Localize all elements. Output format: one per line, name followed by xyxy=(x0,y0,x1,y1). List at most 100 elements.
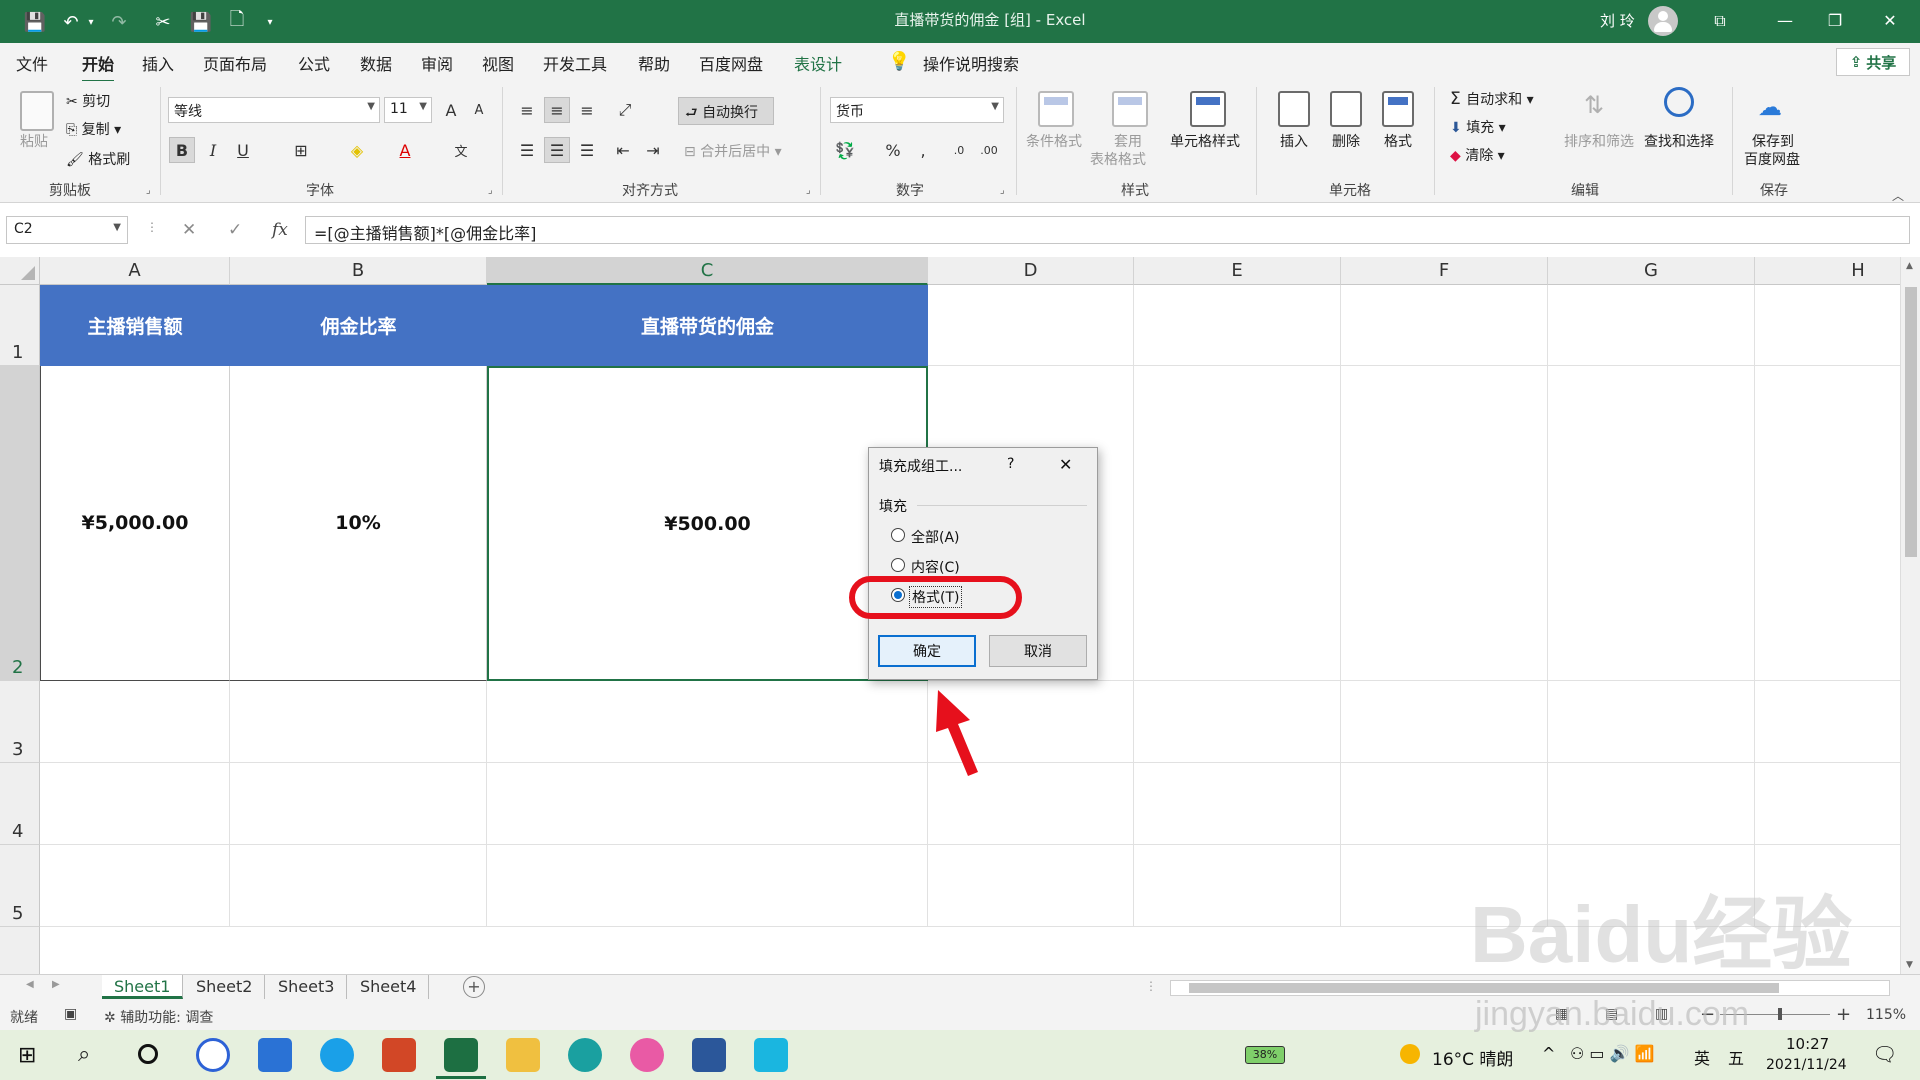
cell-C1[interactable]: 直播带货的佣金 xyxy=(487,285,928,366)
cell-E1[interactable] xyxy=(1134,285,1341,366)
cell-B1[interactable]: 佣金比率 xyxy=(230,285,487,366)
weather-text[interactable]: 16°C 晴朗 xyxy=(1432,1045,1513,1070)
cell-F2[interactable] xyxy=(1341,366,1548,681)
column-header-d[interactable]: D xyxy=(928,257,1134,285)
cell-G2[interactable] xyxy=(1548,366,1755,681)
paste-icon[interactable] xyxy=(20,91,54,131)
cell-C3[interactable] xyxy=(487,681,928,763)
tab-review[interactable]: 审阅 xyxy=(421,51,453,75)
baidu-netdisk-icon[interactable]: ☁ xyxy=(1758,93,1782,121)
tab-page-layout[interactable]: 页面布局 xyxy=(203,51,267,75)
shrink-font-button[interactable]: A xyxy=(466,97,492,123)
redo-icon[interactable]: ↷ xyxy=(106,9,132,35)
column-header-e[interactable]: E xyxy=(1134,257,1341,285)
save-icon[interactable]: 💾 xyxy=(22,9,48,35)
select-all-button[interactable] xyxy=(0,257,40,285)
find-select-icon[interactable] xyxy=(1664,87,1694,117)
align-top-icon[interactable]: ≡ xyxy=(514,97,540,123)
scroll-down-icon[interactable]: ▼ xyxy=(1906,960,1913,970)
cell-C2[interactable]: ¥500.00 xyxy=(487,366,928,681)
copy-button[interactable]: ⎘ 复制 ▾ xyxy=(66,119,121,139)
new-file-icon[interactable]: 🗋 xyxy=(224,9,250,35)
cell-A5[interactable] xyxy=(40,845,230,927)
decrease-decimal-icon[interactable]: .00 xyxy=(976,137,1002,163)
cell-B4[interactable] xyxy=(230,763,487,845)
column-header-f[interactable]: F xyxy=(1341,257,1548,285)
align-left-icon[interactable]: ☰ xyxy=(514,137,540,163)
paint-app-icon[interactable] xyxy=(630,1038,664,1072)
find-select-button[interactable]: 查找和选择 xyxy=(1644,131,1714,151)
paste-button[interactable]: 粘贴 xyxy=(20,131,48,151)
share-button[interactable]: ⇪ 共享 xyxy=(1836,48,1910,76)
tab-home[interactable]: 开始 xyxy=(82,51,115,83)
cut-button[interactable]: ✂ 剪切 xyxy=(66,91,110,111)
cell-G1[interactable] xyxy=(1548,285,1755,366)
align-right-icon[interactable]: ☰ xyxy=(574,137,600,163)
cancel-button[interactable]: 取消 xyxy=(989,635,1087,667)
conditional-formatting-button[interactable]: 条件格式 xyxy=(1026,131,1082,151)
cell-A2[interactable]: ¥5,000.00 xyxy=(40,366,230,681)
vertical-scrollbar[interactable]: ▲ ▼ xyxy=(1900,257,1920,974)
cell-H2[interactable] xyxy=(1755,366,1900,681)
restore-button[interactable]: ❐ xyxy=(1815,7,1855,35)
dialog-close-button[interactable]: ✕ xyxy=(1059,455,1072,474)
avatar[interactable] xyxy=(1648,6,1678,36)
search-icon[interactable]: ⌕ xyxy=(78,1042,90,1067)
print-preview-icon[interactable]: 💾 xyxy=(188,9,214,35)
tab-formulas[interactable]: 公式 xyxy=(298,51,330,75)
ime-language[interactable]: 英 xyxy=(1694,1045,1710,1069)
customize-toolbar-icon[interactable]: ▾ xyxy=(262,9,278,35)
row-header-1[interactable]: 1 xyxy=(0,285,40,366)
undo-dropdown-icon[interactable]: ▾ xyxy=(84,9,98,35)
radio-all[interactable] xyxy=(891,528,905,542)
ie-browser-icon[interactable] xyxy=(320,1038,354,1072)
format-as-table-button[interactable]: 套用 xyxy=(1114,131,1142,151)
cell-F3[interactable] xyxy=(1341,681,1548,763)
user-name[interactable]: 刘 玲 xyxy=(1600,10,1635,31)
cell-D1[interactable] xyxy=(928,285,1134,366)
column-header-b[interactable]: B xyxy=(230,257,487,285)
save-to-baidu-button[interactable]: 保存到 xyxy=(1752,131,1794,151)
cell-D5[interactable] xyxy=(928,845,1134,927)
tab-baidu-netdisk[interactable]: 百度网盘 xyxy=(699,51,763,75)
macro-record-icon[interactable]: ▣ xyxy=(64,1006,77,1022)
tab-insert[interactable]: 插入 xyxy=(142,51,174,75)
task-view-icon[interactable] xyxy=(138,1044,158,1064)
clock-time[interactable]: 10:27 xyxy=(1786,1035,1829,1053)
zoom-in-icon[interactable]: + xyxy=(1836,1004,1851,1025)
format-cells-button[interactable]: 格式 xyxy=(1384,131,1412,151)
cell-E3[interactable] xyxy=(1134,681,1341,763)
align-bottom-icon[interactable]: ≡ xyxy=(574,97,600,123)
screenshot-app-icon[interactable] xyxy=(754,1038,788,1072)
cell-H4[interactable] xyxy=(1755,763,1900,845)
cell-E5[interactable] xyxy=(1134,845,1341,927)
clear-button[interactable]: ◆ 清除 ▾ xyxy=(1450,145,1505,165)
row-header-2[interactable]: 2 xyxy=(0,366,40,681)
cell-C5[interactable] xyxy=(487,845,928,927)
sort-filter-icon[interactable]: ⇅ xyxy=(1584,91,1604,119)
fill-color-icon[interactable]: ◈ xyxy=(344,137,370,163)
tab-file[interactable]: 文件 xyxy=(16,51,48,75)
row-header-6[interactable] xyxy=(0,927,40,974)
accessibility-status[interactable]: ✲ 辅助功能: 调查 xyxy=(104,1007,213,1027)
cell-G3[interactable] xyxy=(1548,681,1755,763)
align-middle-icon[interactable]: ≡ xyxy=(544,97,570,123)
radio-contents-label[interactable]: 内容(C) xyxy=(911,557,960,577)
help-button[interactable]: ? xyxy=(1007,456,1014,472)
cell-H3[interactable] xyxy=(1755,681,1900,763)
sheet-tab-sheet1[interactable]: Sheet1 xyxy=(102,975,184,999)
cell-A4[interactable] xyxy=(40,763,230,845)
name-box[interactable]: C2 ▼ xyxy=(6,216,128,244)
delete-cells-icon[interactable] xyxy=(1330,91,1362,127)
minimize-button[interactable]: — xyxy=(1765,7,1805,35)
fill-button[interactable]: ⬇ 填充 ▾ xyxy=(1450,117,1506,137)
cell-E2[interactable] xyxy=(1134,366,1341,681)
italic-button[interactable]: I xyxy=(200,137,226,163)
column-header-a[interactable]: A xyxy=(40,257,230,285)
percent-style-button[interactable]: % xyxy=(880,137,906,163)
splitter-icon[interactable]: ⋮ xyxy=(1145,979,1157,993)
sheet-tab-sheet2[interactable]: Sheet2 xyxy=(184,975,266,999)
edge-browser-icon[interactable] xyxy=(568,1038,602,1072)
tab-help[interactable]: 帮助 xyxy=(638,51,670,75)
cell-styles-button[interactable]: 单元格样式 xyxy=(1170,131,1240,151)
